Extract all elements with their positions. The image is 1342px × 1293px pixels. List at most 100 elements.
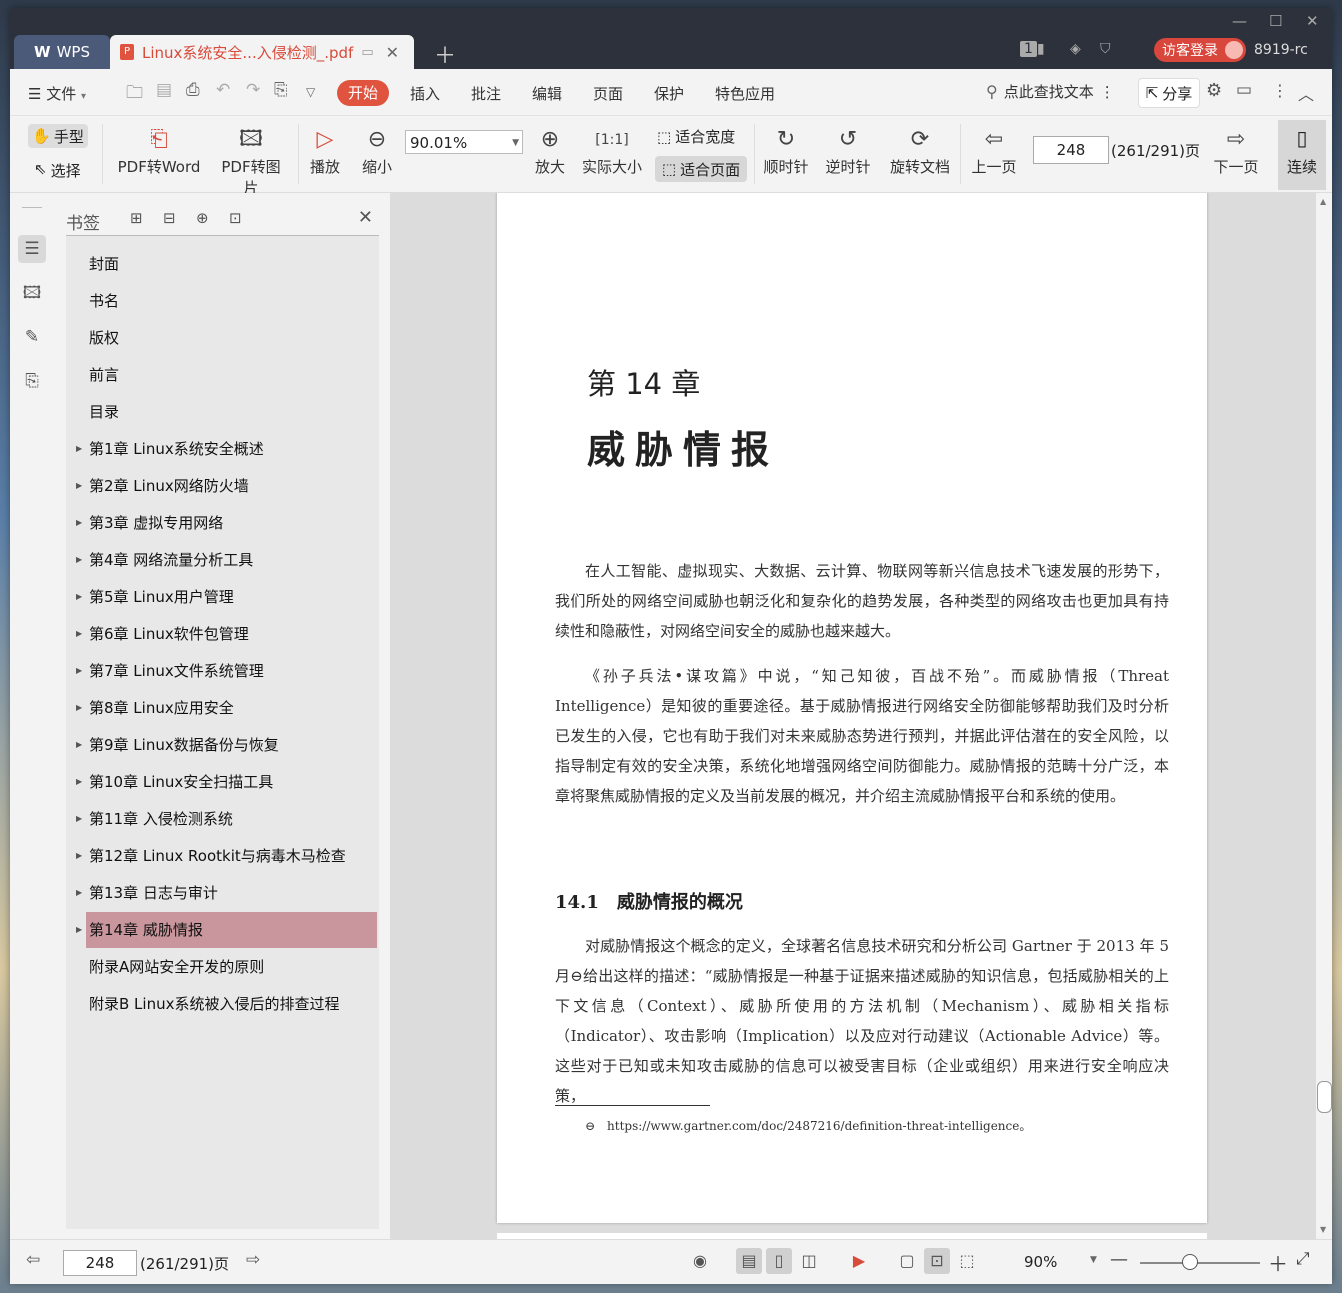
expand-arrow-icon[interactable]: ▶ <box>76 727 82 763</box>
gear-icon[interactable]: ⚙ <box>1206 80 1222 101</box>
expand-all-icon[interactable]: ⊞ <box>130 209 143 227</box>
scroll-down-icon[interactable]: ▼ <box>1320 1225 1326 1234</box>
find-text[interactable]: ⚲ 点此查找文本 ⋮ <box>986 81 1115 102</box>
prev-page-icon[interactable]: ⇦ <box>26 1250 40 1270</box>
shirt-icon[interactable]: ⛉ <box>1100 41 1111 57</box>
file-menu[interactable]: ☰ 文件 ▾ <box>28 83 86 104</box>
bookmark-item[interactable]: 附录B Linux系统被入侵后的排查过程 <box>86 986 377 1022</box>
bookmark-item[interactable]: ▶ 第5章 Linux用户管理 <box>76 579 377 615</box>
bookmark-item[interactable]: ▶ 第14章 威胁情报 <box>76 912 377 948</box>
fullscreen-icon[interactable]: ⤢ <box>1296 1249 1310 1269</box>
bookmark-item[interactable]: ▶ 第8章 Linux应用安全 <box>76 690 377 726</box>
rotate-counterclockwise-button[interactable]: ↺ 逆时针 <box>824 124 872 177</box>
zoom-in-icon[interactable]: ＋ <box>1268 1248 1288 1277</box>
document-viewer[interactable]: 第 14 章 威胁情报 在人工智能、虚拟现实、大数据、云计算、物联网等新兴信息技… <box>390 193 1316 1239</box>
double-page-icon[interactable]: ◫ <box>796 1248 822 1274</box>
zoom-slider-handle[interactable] <box>1182 1254 1198 1270</box>
more-options-icon[interactable]: ⋮ <box>1272 81 1288 100</box>
minimize-icon[interactable]: — <box>1232 12 1247 30</box>
tab-protect[interactable]: 保护 <box>654 83 684 104</box>
page-number-input[interactable]: 248 <box>1033 136 1109 164</box>
share-button[interactable]: ⇱ 分享 <box>1138 78 1200 108</box>
bookmark-item[interactable]: 版权 <box>86 320 377 356</box>
tab-special[interactable]: 特色应用 <box>715 83 775 104</box>
thumbnail-icon[interactable]: 🖾 <box>18 279 46 307</box>
bookmark-item[interactable]: 封面 <box>86 246 377 282</box>
save-icon[interactable]: ▤ <box>156 80 172 100</box>
expand-arrow-icon[interactable]: ▶ <box>76 838 82 874</box>
close-icon[interactable]: ✕ <box>358 207 373 228</box>
annotation-icon[interactable]: ✎ <box>18 323 46 351</box>
expand-arrow-icon[interactable]: ▶ <box>76 616 82 652</box>
rotate-document-button[interactable]: ⟳ 旋转文档 <box>888 124 952 177</box>
prev-page-button[interactable]: ⇦ 上一页 <box>970 124 1018 177</box>
bookmark-item[interactable]: ▶ 第1章 Linux系统安全概述 <box>76 431 377 467</box>
zoom-level[interactable]: 90% <box>1024 1253 1057 1271</box>
expand-arrow-icon[interactable]: ▶ <box>76 542 82 578</box>
visitor-login-button[interactable]: 访客登录 <box>1154 38 1246 62</box>
print-icon[interactable]: ⎙ <box>186 80 200 100</box>
bookmark-item[interactable]: ▶ 第12章 Linux Rootkit与病毒木马检查 <box>76 838 377 874</box>
bookmark-panel-icon[interactable]: ☰ <box>18 235 46 263</box>
bookmark-item[interactable]: ▶ 第2章 Linux网络防火墙 <box>76 468 377 504</box>
bookmark-item[interactable]: ▶ 第6章 Linux软件包管理 <box>76 616 377 652</box>
continuous-view-button[interactable]: ▯ 连续 <box>1278 120 1326 190</box>
bookmark-item[interactable]: 书名 <box>86 283 377 319</box>
skin-icon[interactable]: ◈ <box>1070 41 1081 57</box>
chat-icon[interactable]: ▭ <box>1236 80 1252 100</box>
tab-start[interactable]: 开始 <box>337 80 389 106</box>
zoom-slider-track[interactable] <box>1140 1262 1260 1264</box>
pin-icon[interactable]: ▭ <box>361 45 373 60</box>
window-count-badge[interactable]: 1 ▮ <box>1020 41 1045 57</box>
expand-arrow-icon[interactable]: ▶ <box>76 653 82 689</box>
bookmark-item[interactable]: 目录 <box>86 394 377 430</box>
more-quick-icon[interactable]: ▽ <box>306 85 315 99</box>
actual-size-icon[interactable]: ▢ <box>894 1248 920 1274</box>
new-tab-icon[interactable]: ＋ <box>434 38 456 70</box>
collapse-all-icon[interactable]: ⊟ <box>163 209 176 227</box>
zoom-out-icon[interactable]: — <box>1110 1249 1128 1270</box>
bookmark-item[interactable]: ▶ 第11章 入侵检测系统 <box>76 801 377 837</box>
fit-page-button[interactable]: ⬚ 适合页面 <box>655 156 747 182</box>
single-page-icon[interactable]: ▯ <box>766 1248 792 1274</box>
open-icon[interactable]: 🗀 <box>126 80 143 109</box>
tab-comment[interactable]: 批注 <box>471 83 501 104</box>
close-tab-icon[interactable]: ✕ <box>386 43 399 62</box>
expand-arrow-icon[interactable]: ▶ <box>76 764 82 800</box>
chevron-down-icon[interactable]: ▼ <box>1090 1255 1097 1265</box>
expand-arrow-icon[interactable]: ▶ <box>76 690 82 726</box>
tab-edit[interactable]: 编辑 <box>532 83 562 104</box>
next-page-icon[interactable]: ⇨ <box>246 1250 260 1270</box>
maximize-icon[interactable]: ☐ <box>1269 12 1282 30</box>
play-button[interactable]: ▷ 播放 <box>308 124 342 177</box>
zoom-select[interactable]: 90.01% ▼ <box>405 130 523 154</box>
bookmark-item[interactable]: ▶ 第3章 虚拟专用网络 <box>76 505 377 541</box>
expand-arrow-icon[interactable]: ▶ <box>76 579 82 615</box>
vertical-scrollbar[interactable]: ▲ ▼ <box>1316 193 1332 1239</box>
bookmark-item[interactable]: ▶ 第10章 Linux安全扫描工具 <box>76 764 377 800</box>
hand-tool-button[interactable]: ✋ 手型 <box>28 124 88 148</box>
fit-width-icon[interactable]: ⬚ <box>954 1248 980 1274</box>
select-tool-button[interactable]: ⇖ 选择 <box>34 160 81 181</box>
bookmark-item[interactable]: ▶ 第13章 日志与审计 <box>76 875 377 911</box>
continuous-mode-icon[interactable]: ▤ <box>736 1248 762 1274</box>
fit-width-button[interactable]: ⬚ 适合宽度 <box>657 126 735 147</box>
tab-page[interactable]: 页面 <box>593 83 623 104</box>
bookmark-item[interactable]: ▶ 第7章 Linux文件系统管理 <box>76 653 377 689</box>
pdf-to-word-button[interactable]: ⎗ PDF转Word <box>114 124 204 177</box>
expand-arrow-icon[interactable]: ▶ <box>76 912 82 948</box>
expand-arrow-icon[interactable]: ▶ <box>76 801 82 837</box>
fit-page-icon[interactable]: ⊡ <box>924 1248 950 1274</box>
bookmark-item[interactable]: ▶ 第9章 Linux数据备份与恢复 <box>76 727 377 763</box>
add-bookmark-icon[interactable]: ⊕ <box>196 209 209 227</box>
actual-size-button[interactable]: [1:1] 实际大小 <box>580 124 644 177</box>
zoom-out-button[interactable]: ⊖ 缩小 <box>360 124 394 177</box>
next-page-button[interactable]: ⇨ 下一页 <box>1212 124 1260 177</box>
zoom-in-button[interactable]: ⊕ 放大 <box>533 124 567 177</box>
signature-icon[interactable]: ⎘ <box>18 367 46 395</box>
scroll-up-icon[interactable]: ▲ <box>1320 197 1326 206</box>
export-icon[interactable]: ⎘ <box>274 80 288 100</box>
document-tab[interactable]: P Linux系统安全...入侵检测_.pdf ▭ ✕ <box>110 35 414 69</box>
collapse-ribbon-icon[interactable]: ︿ <box>1298 81 1314 105</box>
undo-icon[interactable]: ↶ <box>216 80 230 100</box>
